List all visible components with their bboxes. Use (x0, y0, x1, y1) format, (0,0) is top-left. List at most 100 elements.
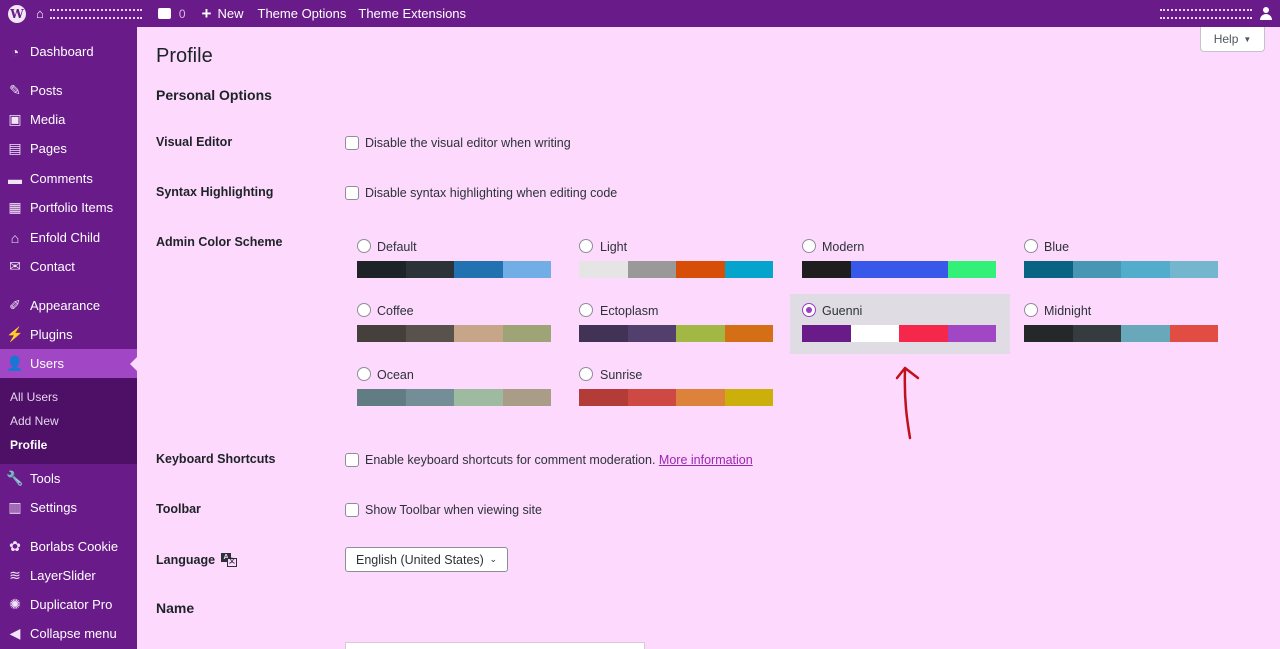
scheme-radio[interactable] (579, 367, 593, 381)
submenu-profile[interactable]: Profile (10, 438, 47, 452)
menu-label: Users (30, 356, 64, 371)
swatch (454, 389, 503, 406)
swatch (502, 261, 551, 278)
scheme-radio[interactable] (357, 367, 371, 381)
scheme-radio-selected[interactable] (802, 303, 816, 317)
menu-enfold-child[interactable]: ⌂ Enfold Child (0, 223, 137, 252)
scheme-sunrise[interactable]: Sunrise (568, 358, 788, 418)
site-name-menu[interactable]: ⌂ (34, 0, 150, 27)
keyboard-shortcuts-description: Enable keyboard shortcuts for comment mo… (365, 453, 656, 467)
submenu-add-new[interactable]: Add New (10, 414, 59, 428)
toolbar-checkbox[interactable] (345, 503, 359, 517)
menu-tools[interactable]: 🔧 Tools (0, 464, 137, 493)
home-icon: ⌂ (36, 6, 44, 21)
media-icon: ▣ (8, 111, 22, 127)
theme-extensions-link[interactable]: Theme Extensions (352, 0, 472, 27)
scheme-midnight[interactable]: Midnight (1013, 294, 1233, 354)
swatch (850, 261, 899, 278)
menu-label: Dashboard (30, 44, 94, 59)
menu-dashboard[interactable]: ◔ Dashboard (0, 37, 137, 66)
menu-posts[interactable]: ✎ Posts (0, 76, 137, 105)
section-personal-options: Personal Options (156, 87, 272, 103)
scheme-radio[interactable] (357, 303, 371, 317)
scheme-radio[interactable] (579, 239, 593, 253)
new-content-menu[interactable]: + New (194, 0, 252, 27)
swatch (627, 325, 676, 342)
my-account-menu[interactable] (1160, 0, 1280, 27)
swatch (899, 325, 948, 342)
menu-label: Media (30, 112, 66, 127)
menu-comments[interactable]: ▬ Comments (0, 164, 137, 193)
menu-label: LayerSlider (30, 568, 96, 583)
menu-plugins[interactable]: ⚡ Plugins (0, 320, 137, 349)
comments-menu[interactable]: 0 (150, 0, 194, 27)
scheme-radio[interactable] (579, 303, 593, 317)
language-label: Language A 文 (156, 553, 238, 567)
scheme-ectoplasm[interactable]: Ectoplasm (568, 294, 788, 354)
menu-appearance[interactable]: ✐ Appearance (0, 291, 137, 320)
dashboard-icon: ◔ (10, 43, 20, 60)
menu-label: Pages (30, 141, 67, 156)
swatch (724, 325, 773, 342)
admin-color-scheme-label: Admin Color Scheme (156, 235, 283, 249)
name-field[interactable] (345, 642, 645, 649)
swatch (947, 261, 996, 278)
submenu-all-users[interactable]: All Users (10, 390, 58, 404)
menu-duplicator-pro[interactable]: ✺ Duplicator Pro (0, 590, 137, 619)
scheme-default[interactable]: Default (346, 230, 566, 290)
scheme-modern[interactable]: Modern (790, 230, 1010, 290)
menu-users[interactable]: 👤 Users (0, 349, 137, 378)
menu-portfolio-items[interactable]: ▦ Portfolio Items (0, 193, 137, 222)
scheme-blue[interactable]: Blue (1013, 230, 1233, 290)
plus-icon: + (201, 3, 212, 23)
scheme-radio[interactable] (357, 239, 371, 253)
menu-pages[interactable]: ▤ Pages (0, 134, 137, 163)
wordpress-logo-icon[interactable]: W (0, 0, 34, 27)
menu-collapse[interactable]: ◀ Collapse menu (0, 619, 137, 648)
help-tab-button[interactable]: Help ▼ (1200, 27, 1265, 52)
users-submenu: All Users Add New Profile (0, 378, 137, 464)
scheme-coffee[interactable]: Coffee (346, 294, 566, 354)
scheme-radio[interactable] (1024, 303, 1038, 317)
swatch (1024, 261, 1073, 278)
menu-layerslider[interactable]: ≋ LayerSlider (0, 561, 137, 590)
triangle-down-icon: ▼ (1243, 34, 1252, 44)
wrench-icon: 🔧 (6, 470, 24, 486)
scheme-name: Ocean (377, 368, 414, 382)
scheme-guenni[interactable]: Guenni (790, 294, 1010, 354)
scheme-radio[interactable] (802, 239, 816, 253)
language-select[interactable]: English (United States) ⌄ (345, 547, 508, 572)
language-label-text: Language (156, 553, 216, 567)
username-redacted (1160, 8, 1252, 19)
swatch (1169, 261, 1218, 278)
pages-icon: ▤ (8, 140, 22, 156)
scheme-ocean[interactable]: Ocean (346, 358, 566, 418)
syntax-highlighting-checkbox[interactable] (345, 186, 359, 200)
visual-editor-checkbox[interactable] (345, 136, 359, 150)
menu-borlabs-cookie[interactable]: ✿ Borlabs Cookie (0, 532, 137, 561)
more-information-link[interactable]: More information (659, 453, 753, 467)
scheme-swatches (802, 325, 996, 342)
scheme-name: Light (600, 240, 628, 254)
menu-contact[interactable]: ✉ Contact (0, 252, 137, 281)
swatch (802, 261, 851, 278)
swatch (1072, 325, 1121, 342)
scheme-light[interactable]: Light (568, 230, 788, 290)
swatch (1169, 325, 1218, 342)
theme-options-link[interactable]: Theme Options (252, 0, 353, 27)
menu-settings[interactable]: ▥ Settings (0, 493, 137, 522)
keyboard-shortcuts-text: Enable keyboard shortcuts for comment mo… (365, 453, 753, 467)
scheme-swatches (579, 325, 773, 342)
pin-icon: ✎ (9, 82, 21, 98)
swatch (627, 389, 676, 406)
collapse-icon: ◀ (9, 625, 21, 641)
keyboard-shortcuts-checkbox[interactable] (345, 453, 359, 467)
toolbar-label: Toolbar (156, 502, 201, 516)
annotation-arrow-icon (895, 366, 920, 440)
menu-media[interactable]: ▣ Media (0, 105, 137, 134)
scheme-radio[interactable] (1024, 239, 1038, 253)
scheme-swatches (357, 389, 551, 406)
help-label: Help (1213, 32, 1239, 46)
swatch (724, 261, 773, 278)
comment-bubble-icon (157, 8, 171, 19)
